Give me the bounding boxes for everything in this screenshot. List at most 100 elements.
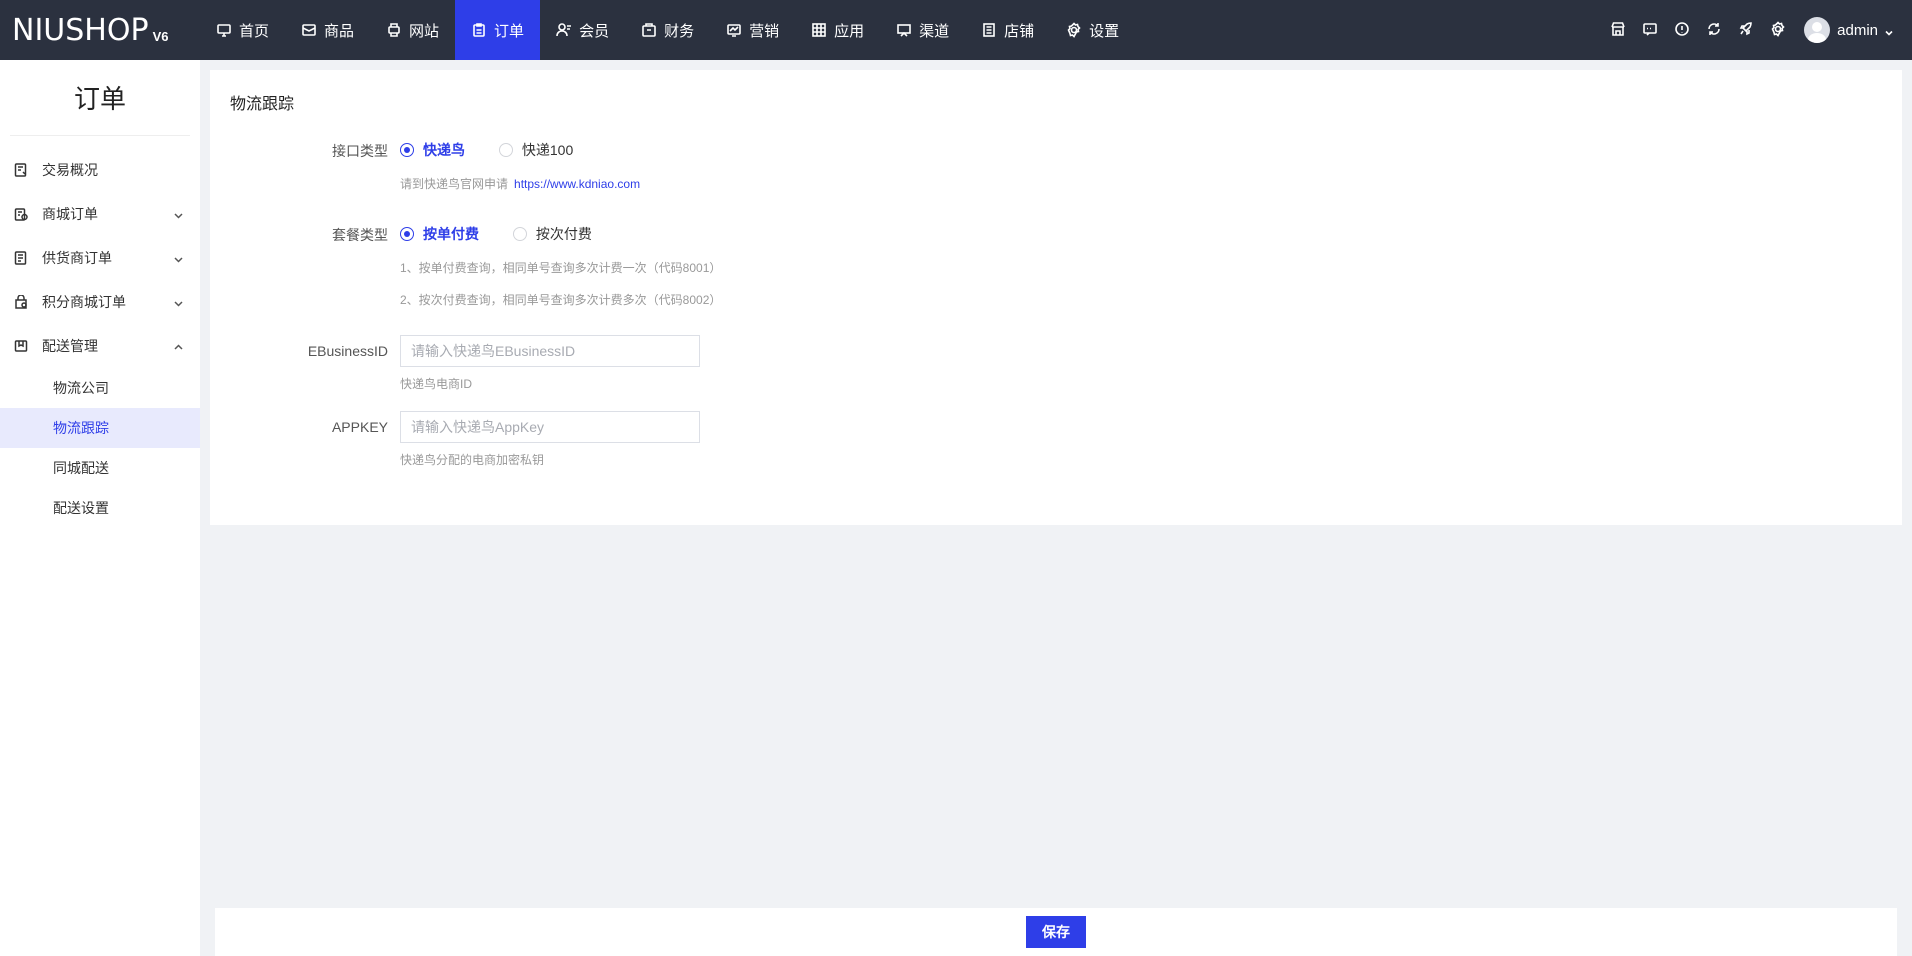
radio-label: 按次付费 — [535, 226, 592, 242]
page-title: 物流跟踪 — [230, 96, 295, 113]
sidebar-item-shop-orders[interactable]: 商城订单 — [0, 192, 200, 236]
printer-icon — [388, 23, 400, 37]
supplier-order-icon — [14, 251, 27, 265]
points-order-icon — [15, 295, 27, 309]
ebusiness-id-hint: 快递鸟电商ID — [400, 377, 473, 391]
appkey-hint: 快递鸟分配的电商加密私钥 — [400, 453, 545, 467]
nav-label: 店铺 — [1004, 22, 1035, 40]
chevron-down-icon — [1884, 25, 1894, 36]
ebusiness-id-input[interactable] — [400, 335, 700, 367]
api-type-radio-group: 快递鸟 快递100 — [400, 140, 603, 160]
ebusiness-id-label: EBusinessID — [307, 343, 388, 359]
radio-kdniao[interactable]: 快递鸟 — [400, 140, 465, 160]
nav-label: 首页 — [239, 22, 270, 40]
nav-label: 会员 — [579, 22, 610, 40]
nav-item-settings[interactable]: 设置 — [1050, 0, 1135, 60]
message-icon[interactable] — [1642, 21, 1660, 39]
sidebar-title: 订单 — [10, 60, 190, 136]
save-bar: 保存 — [215, 908, 1897, 956]
gear-icon — [1067, 22, 1081, 38]
top-right-tools: admin — [1596, 0, 1894, 60]
radio-dot — [400, 143, 414, 157]
refresh-icon[interactable] — [1706, 21, 1724, 39]
appkey-label: APPKEY — [331, 419, 388, 435]
chevron-down-icon — [173, 208, 184, 219]
plan-type-radio-group: 按单付费 按次付费 — [400, 224, 622, 244]
main-nav: 首页 商品 网站 订单 会员 财务 营销 应用 渠道 店铺 设置 — [200, 0, 1135, 60]
nav-item-order[interactable]: 订单 — [455, 0, 541, 60]
brand-name: NIUSHOP — [12, 13, 149, 48]
avatar — [1804, 17, 1831, 43]
radio-dot — [512, 227, 527, 241]
sidebar-menu: 交易概况 商城订单 供货商订单 积分商城订单 配送管理 物流公司 物流跟踪 同城… — [0, 136, 200, 528]
sidebar-sub-logistics-tracking[interactable]: 物流跟踪 — [0, 408, 200, 448]
nav-label: 设置 — [1089, 22, 1120, 40]
save-button[interactable]: 保存 — [1026, 916, 1086, 948]
radio-label: 按单付费 — [423, 226, 479, 242]
sidebar-item-supplier-orders[interactable]: 供货商订单 — [0, 236, 200, 280]
sidebar-item-label: 配送管理 — [42, 338, 98, 354]
user-menu[interactable]: admin — [1804, 17, 1894, 43]
radio-kuaidi100[interactable]: 快递100 — [498, 140, 574, 160]
sidebar-item-delivery-management[interactable]: 配送管理 — [0, 324, 200, 368]
nav-item-apps[interactable]: 应用 — [795, 0, 880, 60]
display-icon — [897, 24, 911, 37]
api-type-label: 接口类型 — [332, 143, 388, 159]
top-navbar: NIUSHOP V6 首页 商品 网站 订单 会员 财务 营销 应用 渠道 店铺… — [0, 0, 1912, 60]
nav-item-website[interactable]: 网站 — [370, 0, 455, 60]
sidebar-item-points-orders[interactable]: 积分商城订单 — [0, 280, 200, 324]
brand-version: V6 — [152, 29, 169, 44]
nav-label: 应用 — [834, 22, 865, 40]
shop-order-icon — [14, 208, 28, 221]
monitor-icon — [217, 24, 231, 37]
plan-type-hint-1: 1、按单付费查询，相同单号查询多次计费一次（代码8001） — [400, 261, 722, 275]
appkey-input[interactable] — [400, 411, 700, 443]
rocket-icon[interactable] — [1738, 21, 1756, 39]
radio-dot — [498, 143, 513, 157]
delivery-icon — [14, 340, 28, 352]
sidebar-item-label: 商城订单 — [42, 206, 98, 222]
radio-dot — [400, 227, 414, 241]
sidebar-sub-logistics-company[interactable]: 物流公司 — [0, 368, 200, 408]
radio-per-query[interactable]: 按次付费 — [512, 224, 592, 244]
sidebar-item-label: 供货商订单 — [42, 250, 112, 266]
settings-gear-icon[interactable] — [1770, 21, 1788, 39]
kdniao-link[interactable]: https://www.kdniao.com — [514, 177, 640, 191]
nav-label: 订单 — [494, 22, 525, 40]
radio-label: 快递鸟 — [423, 142, 465, 158]
api-type-hint: 请到快递鸟官网申请 https://www.kdniao.com — [400, 175, 640, 192]
nav-label: 财务 — [664, 22, 695, 40]
report-icon — [14, 163, 27, 177]
sidebar-item-label: 积分商城订单 — [42, 294, 126, 310]
brand-logo[interactable]: NIUSHOP V6 — [12, 12, 168, 48]
sidebar-item-trade-overview[interactable]: 交易概况 — [0, 148, 200, 192]
radio-per-order[interactable]: 按单付费 — [400, 224, 479, 244]
info-icon[interactable] — [1674, 21, 1692, 39]
username: admin — [1837, 21, 1878, 39]
grid-icon — [812, 23, 826, 37]
chevron-down-icon — [173, 296, 184, 307]
nav-label: 网站 — [409, 22, 440, 40]
sidebar-sub-delivery-settings[interactable]: 配送设置 — [0, 488, 200, 528]
nav-item-marketing[interactable]: 营销 — [710, 0, 795, 60]
appkey-field-wrap — [400, 411, 700, 443]
chevron-up-icon — [173, 340, 184, 351]
nav-item-goods[interactable]: 商品 — [285, 0, 370, 60]
plan-type-label: 套餐类型 — [332, 227, 388, 243]
nav-label: 渠道 — [919, 22, 950, 40]
hint-text: 请到快递鸟官网申请 — [400, 177, 509, 191]
nav-item-channel[interactable]: 渠道 — [880, 0, 965, 60]
sidebar-item-label: 交易概况 — [42, 162, 98, 178]
sidebar-sub-local-delivery[interactable]: 同城配送 — [0, 448, 200, 488]
plan-type-hint-2: 2、按次付费查询，相同单号查询多次计费多次（代码8002） — [400, 293, 722, 307]
member-icon — [556, 23, 572, 37]
nav-item-store[interactable]: 店铺 — [965, 0, 1050, 60]
document-icon — [983, 23, 995, 37]
logistics-tracking-card: 物流跟踪 接口类型 快递鸟 快递100 请到快递鸟官网申请 https://www… — [210, 70, 1902, 525]
radio-label: 快递100 — [521, 142, 574, 158]
nav-item-finance[interactable]: 财务 — [625, 0, 710, 60]
nav-item-home[interactable]: 首页 — [200, 0, 285, 60]
sidebar: 订单 交易概况 商城订单 供货商订单 积分商城订单 配送管理 物流公司 物流跟踪… — [0, 60, 200, 956]
nav-item-member[interactable]: 会员 — [540, 0, 625, 60]
storefront-icon[interactable] — [1610, 21, 1628, 39]
